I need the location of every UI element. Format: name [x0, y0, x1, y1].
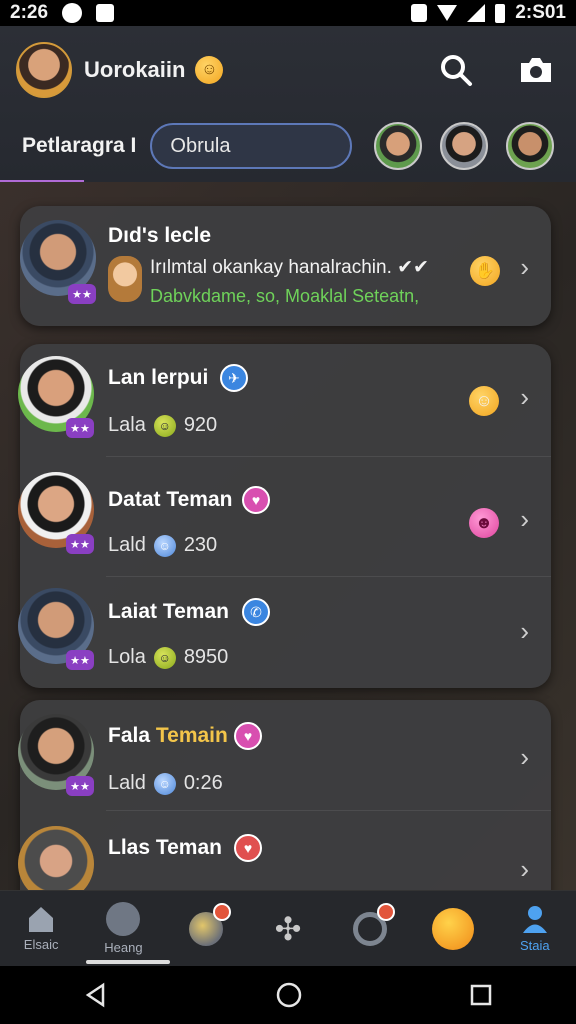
contact-name: Fala Temain: [108, 724, 228, 747]
hand-emoji-icon: ✋: [470, 256, 500, 286]
story-avatar[interactable]: [374, 122, 422, 170]
nav-label: Staia: [520, 938, 550, 953]
sub-value: 8950: [183, 646, 229, 668]
battery-icon: [495, 3, 506, 23]
avatar: [18, 826, 94, 890]
search-button[interactable]: [436, 50, 476, 90]
heart-badge-icon: ♥: [234, 834, 262, 862]
verified-icon: ✆: [242, 598, 270, 626]
smile-emoji-icon: ☺: [195, 56, 224, 84]
star-badge-icon: ★★: [66, 534, 94, 554]
sub-value: 230: [183, 534, 218, 556]
chat-item[interactable]: ★★ Fala Temain ♥ Lald ☺ 0:26 ›: [18, 700, 551, 810]
divider: [106, 576, 551, 577]
recents-button[interactable]: [469, 983, 493, 1007]
last-message: Irılmtal okankay hanalrachin. ✔✔: [150, 257, 429, 278]
story-avatar[interactable]: [506, 122, 554, 170]
sub-label: Lald: [108, 772, 146, 794]
search-input[interactable]: Obrula: [150, 123, 353, 169]
notification-icon: [62, 3, 83, 23]
notification-dot: [377, 903, 396, 921]
active-nav-indicator: [86, 960, 170, 964]
profile-icon: [522, 906, 547, 933]
app-notification-icon: [96, 4, 115, 22]
green-emoji-icon: ☺: [153, 646, 176, 669]
contact-name: Lan lerpui: [108, 366, 209, 389]
sub-value: 920: [183, 414, 218, 436]
pink-emoji-icon: ☻: [469, 508, 499, 538]
home-button[interactable]: [275, 981, 303, 1009]
sub-label: Lola: [108, 646, 146, 668]
sticker-icon: [108, 256, 142, 302]
star-badge-icon: ★★: [66, 776, 94, 796]
home-icon: [29, 907, 54, 932]
tools-icon: ✣: [274, 910, 302, 947]
contact-name: Llas Teman: [108, 836, 222, 859]
nav-item-emoji[interactable]: [411, 891, 493, 966]
signal-icon: [467, 4, 486, 22]
nav-item-ring[interactable]: [329, 891, 411, 966]
star-badge-icon: ★★: [68, 284, 96, 304]
sub-label: Lala: [108, 414, 146, 436]
chevron-right-icon: ›: [520, 616, 529, 646]
wifi-icon: [437, 5, 458, 21]
app-title: Uorokaiin: [84, 57, 186, 82]
star-badge-icon: ★★: [66, 650, 94, 670]
camera-icon: [521, 58, 551, 82]
contact-name: Dıd's lecle: [108, 224, 212, 247]
chat-item[interactable]: Llas Teman ♥ ›: [18, 814, 551, 890]
chat-group: ★★ Lan lerpui ✈ Lala ☺ 920 ☺ › ★★ Datat …: [18, 344, 551, 690]
filter-label[interactable]: Petlaragra I: [22, 134, 136, 158]
star-badge-icon: ★★: [66, 418, 94, 438]
green-emoji-icon: ☺: [153, 414, 176, 437]
status-time-right: 2:S01: [515, 2, 566, 23]
chat-item[interactable]: ★★ Datat Teman ♥ Lald ☺ 230 ☻ ›: [18, 460, 551, 570]
chat-group: ★★ Fala Temain ♥ Lald ☺ 0:26 › Llas Tema…: [18, 700, 551, 890]
chat-item[interactable]: ★★ Lan lerpui ✈ Lala ☺ 920 ☺ ›: [18, 344, 551, 454]
chat-list: ★★ Dıd's lecle Irılmtal okankay hanalrac…: [0, 182, 576, 890]
story-avatar[interactable]: [440, 122, 488, 170]
my-avatar[interactable]: [16, 42, 72, 98]
nav-label: Heang: [104, 940, 143, 955]
heart-badge-icon: ♥: [242, 486, 270, 514]
sub-label: Lald: [108, 534, 146, 556]
contact-name: Datat Teman: [108, 488, 233, 511]
angry-emoji-icon: [431, 907, 474, 950]
search-icon: [441, 55, 472, 86]
nav-label: Elsaic: [23, 937, 59, 952]
status-time-left: 2:26: [10, 2, 49, 23]
status-text: Dabvkdame, so, Moaklal Seteatn,: [150, 286, 420, 306]
chevron-right-icon: ›: [520, 742, 529, 772]
chat-item[interactable]: ★★ Laiat Teman ✆ Lola ☺ 8950 ›: [18, 580, 551, 690]
blue-emoji-icon: ☺: [153, 772, 176, 795]
notification-dot: [212, 903, 231, 921]
chevron-right-icon: ›: [520, 382, 529, 412]
nav-item-profile[interactable]: Staia: [494, 891, 576, 966]
sub-value: 0:26: [183, 772, 223, 794]
chevron-right-icon: ›: [520, 252, 529, 282]
nav-item-coin[interactable]: [165, 891, 247, 966]
divider: [106, 456, 551, 457]
heart-badge-icon: ♥: [234, 722, 262, 750]
chevron-right-icon: ›: [520, 504, 529, 534]
nav-item-people[interactable]: Heang: [82, 891, 164, 966]
status-bar: 2:26 2:S01: [0, 0, 576, 26]
divider: [106, 810, 551, 811]
nav-item-home[interactable]: Elsaic: [0, 891, 82, 966]
nav-item-tools[interactable]: ✣: [247, 891, 329, 966]
app-header: Uorokaiin ☺ Petlaragra I Obrula: [0, 26, 576, 183]
bottom-navigation: Elsaic Heang ✣ Staia: [0, 890, 576, 966]
search-input-value: Obrula: [170, 134, 231, 157]
camera-button[interactable]: [516, 50, 556, 90]
chevron-right-icon: ›: [520, 854, 529, 884]
vibrate-icon: [411, 4, 428, 22]
people-icon: [106, 902, 141, 936]
chat-item[interactable]: ★★ Dıd's lecle Irılmtal okankay hanalrac…: [20, 206, 551, 326]
contact-name: Laiat Teman: [108, 600, 229, 623]
back-button[interactable]: [83, 982, 109, 1008]
verified-icon: ✈: [220, 364, 248, 392]
system-navigation: [0, 966, 576, 1024]
wink-emoji-icon: ☺: [469, 386, 499, 416]
blue-emoji-icon: ☺: [153, 534, 176, 557]
